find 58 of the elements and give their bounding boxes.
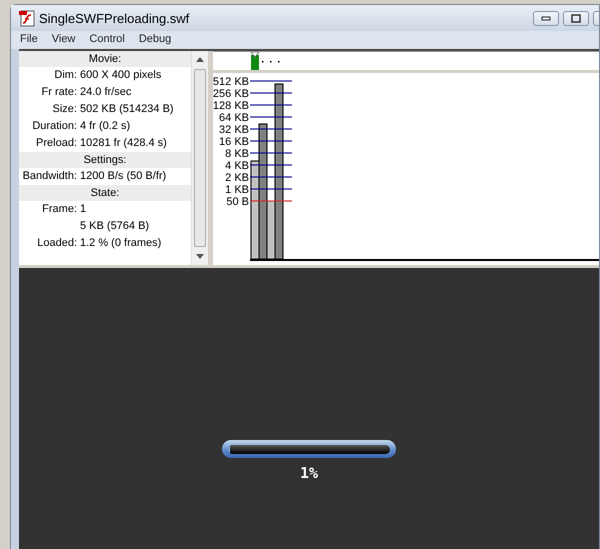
field-label: Duration: [32,120,77,132]
grid-line [250,200,292,202]
field-label: Frame: [42,203,77,215]
grid-line [250,188,292,190]
scroll-up-icon[interactable] [196,57,204,62]
close-button[interactable] [593,10,599,26]
axis-label: 128 KB [213,100,249,112]
axis-label: 512 KB [213,76,249,88]
axis-label: 16 KB [219,136,249,148]
flash-file-icon [19,10,35,26]
field-value: 1 [80,202,86,217]
field-label: Preload: [36,137,77,149]
axis-label: 2 KB [225,172,249,184]
axis-label: 256 KB [213,88,249,100]
field-label: Fr rate: [42,86,77,98]
axis-label: 4 KB [225,160,249,172]
field-value: 10281 fr (428.4 s) [80,136,167,151]
menu-item[interactable]: Debug [132,33,178,45]
field-label: Size: [52,103,77,115]
menu-item[interactable]: View [44,33,82,45]
menu-item[interactable]: Control [82,33,132,45]
axis-label: 1 KB [225,184,249,196]
field-value: 502 KB (514234 B) [80,102,174,117]
field-value: 4 fr (0.2 s) [80,119,130,134]
scroll-down-icon[interactable] [196,254,204,259]
field-label: Loaded: [37,237,77,249]
maximize-button[interactable] [563,10,589,26]
field-value: 24.0 fr/sec [80,85,132,100]
axis-label: 32 KB [219,124,249,136]
section-header: State: [19,185,191,201]
section-header: Movie: [19,51,191,67]
field-value: 1.2 % (0 frames) [80,236,162,251]
axis-label: 8 KB [225,148,249,160]
minimize-button[interactable] [533,10,559,26]
grid-line [250,164,292,166]
window-title: SingleSWFPreloading.swf [39,10,190,26]
axis-label: 50 B [226,196,249,208]
minimize-icon [541,15,551,21]
grid-line [250,128,292,130]
grid-line [250,116,292,118]
section-header: Settings: [19,152,191,168]
field-value: 600 X 400 pixels [80,68,162,83]
progress-percent: 1% [300,464,318,482]
scrollbar[interactable] [191,51,208,265]
maximize-icon [571,14,581,22]
field-value: 1200 B/s (50 B/fr) [80,169,166,184]
grid-line [250,104,292,106]
axis-label: 64 KB [219,112,249,124]
menu-item[interactable]: File [13,33,45,45]
grid-line [250,92,292,94]
grid-line [250,176,292,178]
playhead-icon[interactable] [250,52,260,70]
field-value: 5 KB (5764 B) [80,219,150,234]
grid-line [250,140,292,142]
field-label: Bandwidth: [22,170,77,182]
field-label: Dim: [54,69,77,81]
grid-line [250,152,292,154]
grid-line [250,80,292,82]
